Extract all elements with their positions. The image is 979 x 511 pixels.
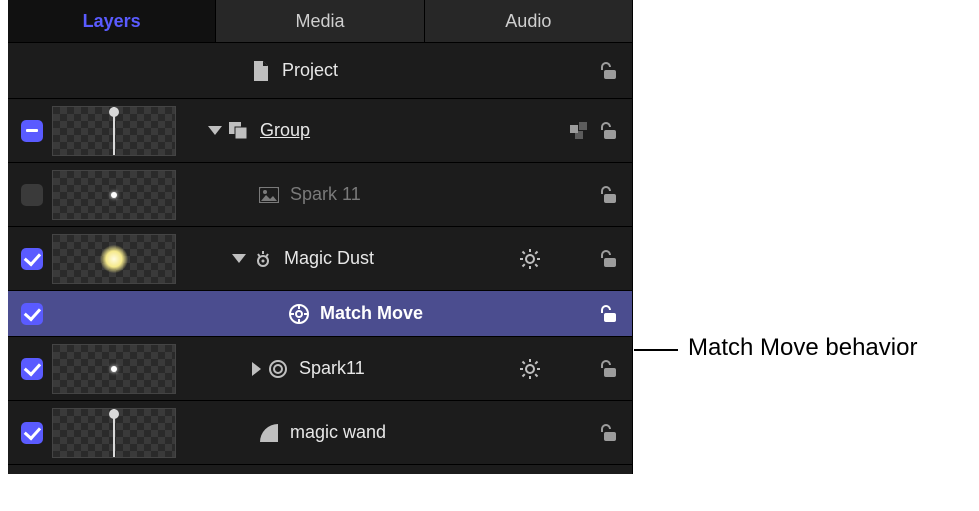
thumbnail	[52, 170, 176, 220]
panel-tabs: Layers Media Audio	[8, 0, 632, 42]
document-icon	[250, 61, 272, 81]
row-label: Project	[282, 60, 338, 81]
disclosure-triangle[interactable]	[252, 362, 261, 376]
image-icon	[258, 187, 280, 203]
disclosure-triangle[interactable]	[208, 126, 222, 135]
row-project[interactable]: Project	[8, 42, 632, 98]
row-label: Spark 11	[290, 184, 361, 205]
behavior-icon	[288, 303, 310, 325]
row-label: Match Move	[320, 303, 423, 324]
layers-panel: Layers Media Audio Project	[8, 0, 633, 474]
enable-checkbox[interactable]	[21, 184, 43, 206]
tab-media[interactable]: Media	[216, 0, 424, 42]
unlock-icon[interactable]	[598, 360, 618, 378]
tab-layers[interactable]: Layers	[8, 0, 216, 42]
callout-leader-line	[634, 349, 678, 351]
row-label: Spark11	[299, 358, 365, 379]
row-label: Magic Dust	[284, 248, 374, 269]
tab-audio[interactable]: Audio	[425, 0, 632, 42]
unlock-icon[interactable]	[598, 424, 618, 442]
thumbnail	[52, 106, 176, 156]
emitter-icon	[252, 249, 274, 269]
callout-label: Match Move behavior	[688, 334, 917, 362]
enable-checkbox[interactable]	[21, 303, 43, 325]
unlock-icon[interactable]	[598, 122, 618, 140]
unlock-icon[interactable]	[598, 62, 618, 80]
unlock-icon[interactable]	[598, 250, 618, 268]
enable-checkbox[interactable]	[21, 358, 43, 380]
unlock-icon[interactable]	[598, 186, 618, 204]
behavior-gear-icon[interactable]	[519, 358, 541, 380]
behavior-gear-icon[interactable]	[519, 248, 541, 270]
row-magic-dust[interactable]: Magic Dust	[8, 226, 632, 290]
row-match-move[interactable]: Match Move	[8, 290, 632, 336]
group-icon	[228, 122, 250, 140]
thumbnail	[52, 344, 176, 394]
row-magic-wand[interactable]: magic wand	[8, 400, 632, 464]
isolate-icon[interactable]	[570, 122, 590, 140]
shape-icon	[258, 424, 280, 442]
row-group[interactable]: Group	[8, 98, 632, 162]
row-label: magic wand	[290, 422, 386, 443]
enable-checkbox[interactable]	[21, 248, 43, 270]
row-label[interactable]: Group	[260, 120, 310, 141]
row-spark11-cell[interactable]: Spark11	[8, 336, 632, 400]
particle-cell-icon	[267, 359, 289, 379]
enable-checkbox[interactable]	[21, 422, 43, 444]
unlock-icon[interactable]	[598, 305, 618, 323]
thumbnail	[52, 234, 176, 284]
row-spark11-image[interactable]: Spark 11	[8, 162, 632, 226]
thumbnail	[52, 408, 176, 458]
disclosure-triangle[interactable]	[232, 254, 246, 263]
enable-checkbox[interactable]	[21, 120, 43, 142]
